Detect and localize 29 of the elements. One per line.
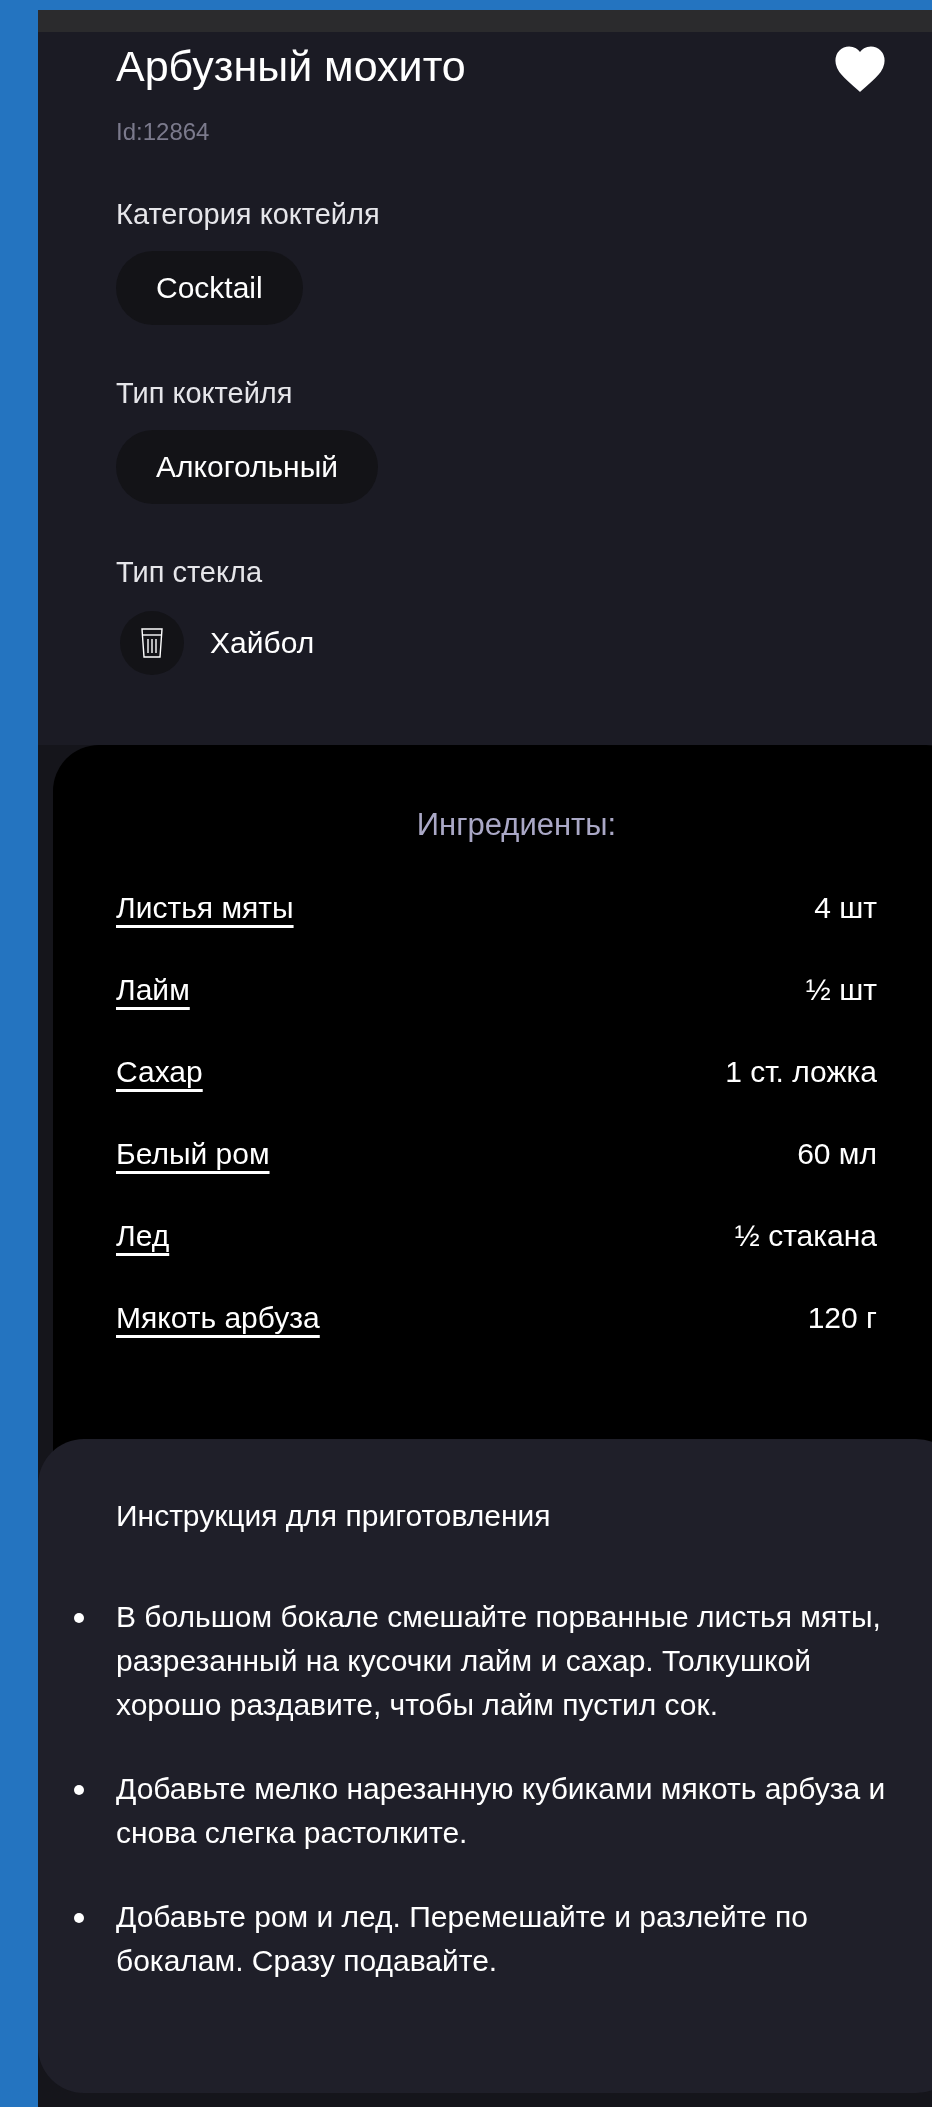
ingredient-link[interactable]: Сахар [116,1055,203,1089]
ingredient-amount: 1 ст. ложка [725,1055,877,1089]
instruction-step: В большом бокале смешайте порванные листья мяты, разрезанный на кусочки лайм и сахар. Толкушкой хорошо раздавите, чтобы лайм пустил сок. [116,1595,906,1727]
ingredient-link[interactable]: Белый ром [116,1137,270,1171]
type-tag: Алкогольный [116,430,378,504]
cocktail-title: Арбузный мохито [116,42,466,90]
category-tag: Cocktail [116,251,303,325]
instruction-step: Добавьте мелко нарезанную кубиками мякоть арбуза и снова слегка растолките. [116,1767,906,1855]
ingredients-heading: Ингредиенты: [416,807,617,843]
type-label: Тип коктейля [116,377,294,410]
ingredient-amount: 4 шт [814,891,877,925]
glass-label: Тип стекла [116,556,264,589]
instruction-step: Добавьте ром и лед. Перемешайте и разлейте по бокалам. Сразу подавайте. [116,1895,906,1983]
ingredient-link[interactable]: Лед [116,1219,170,1253]
ingredient-amount: ½ шт [805,973,877,1007]
ingredient-amount: 120 г [807,1301,877,1335]
heart-icon[interactable] [834,46,886,92]
glass-type: Хайбол [210,626,315,660]
cocktail-id: Id:12864 [116,118,211,146]
ingredient-link[interactable]: Лайм [116,973,190,1007]
bullet-icon [74,1785,84,1795]
bullet-icon [74,1913,84,1923]
ingredient-amount: ½ стакана [734,1219,877,1253]
ingredient-link[interactable]: Листья мяты [116,891,294,925]
ingredient-amount: 60 мл [797,1137,877,1171]
ingredient-link[interactable]: Мякоть арбуза [116,1301,320,1335]
category-label: Категория коктейля [116,198,381,231]
bullet-icon [74,1613,84,1623]
instructions-heading: Инструкция для приготовления [116,1499,552,1533]
